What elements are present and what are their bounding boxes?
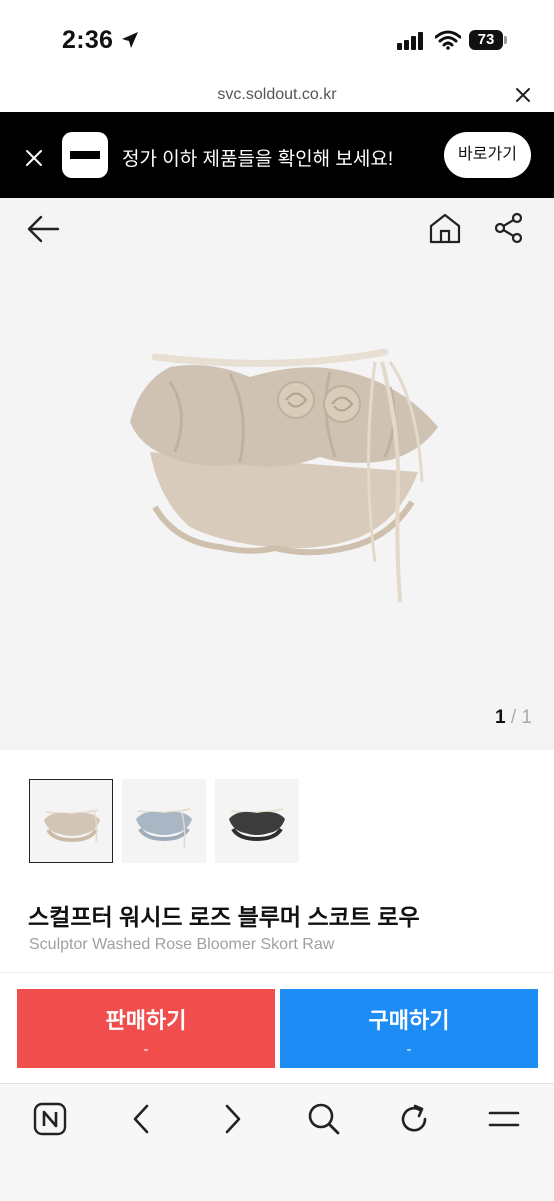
status-time: 2:36 bbox=[62, 26, 114, 54]
image-pager: 1 / 1 bbox=[495, 707, 532, 729]
banner-text: 정가 이하 제품들을 확인해 보세요! bbox=[122, 149, 394, 170]
home-icon[interactable] bbox=[428, 212, 462, 244]
buy-label: 구매하기 bbox=[368, 1008, 450, 1033]
product-nav bbox=[0, 198, 554, 260]
sell-label: 판매하기 bbox=[105, 1008, 187, 1033]
product-title-en: Sculptor Washed Rose Bloomer Skort Raw bbox=[29, 936, 335, 953]
thumbnail-dark-grey-image bbox=[229, 808, 285, 842]
naver-icon[interactable] bbox=[33, 1102, 67, 1136]
sell-price: - bbox=[143, 1041, 149, 1058]
menu-icon[interactable] bbox=[487, 1102, 521, 1136]
pager-current: 1 bbox=[495, 707, 506, 728]
thumbnail-light-blue[interactable] bbox=[122, 779, 206, 863]
signal-icon bbox=[397, 32, 423, 50]
pager-total: 1 bbox=[521, 707, 532, 728]
share-icon[interactable] bbox=[494, 212, 524, 244]
sell-button[interactable]: 판매하기 - bbox=[17, 989, 275, 1068]
close-icon[interactable] bbox=[25, 149, 43, 167]
status-bar: 2:36 73 bbox=[0, 0, 554, 78]
product-title-kr: 스컬프터 워시드 로즈 블루머 스코트 로우 bbox=[28, 904, 420, 930]
pager-separator: / bbox=[510, 707, 517, 728]
thumbnail-beige-image bbox=[44, 809, 100, 843]
thumbnail-dark-grey[interactable] bbox=[215, 779, 299, 863]
battery-icon: 73 bbox=[469, 30, 503, 50]
forward-icon[interactable] bbox=[222, 1102, 244, 1136]
back-icon[interactable] bbox=[130, 1102, 152, 1136]
browser-toolbar bbox=[0, 1083, 554, 1201]
thumbnail-beige[interactable] bbox=[29, 779, 113, 863]
product-image-area[interactable]: 1 / 1 bbox=[0, 260, 554, 750]
wifi-icon bbox=[435, 30, 461, 50]
search-icon[interactable] bbox=[307, 1102, 341, 1136]
location-arrow-icon bbox=[122, 32, 138, 48]
url-bar[interactable]: svc.soldout.co.kr bbox=[0, 78, 554, 112]
reload-icon[interactable] bbox=[398, 1102, 430, 1136]
close-icon[interactable] bbox=[515, 87, 531, 103]
thumbnail-light-blue-image bbox=[136, 808, 192, 850]
banner-go-button[interactable]: 바로가기 bbox=[444, 132, 531, 178]
product-image[interactable] bbox=[100, 342, 450, 612]
buy-button[interactable]: 구매하기 - bbox=[280, 989, 538, 1068]
buy-price: - bbox=[406, 1041, 412, 1058]
action-bar: 판매하기 - 구매하기 - bbox=[0, 972, 554, 1083]
url-text[interactable]: svc.soldout.co.kr bbox=[0, 86, 554, 104]
battery-tip bbox=[504, 36, 507, 44]
app-logo-icon bbox=[62, 132, 108, 178]
back-arrow-icon[interactable] bbox=[26, 214, 60, 244]
app-banner: 정가 이하 제품들을 확인해 보세요! 바로가기 bbox=[0, 112, 554, 198]
